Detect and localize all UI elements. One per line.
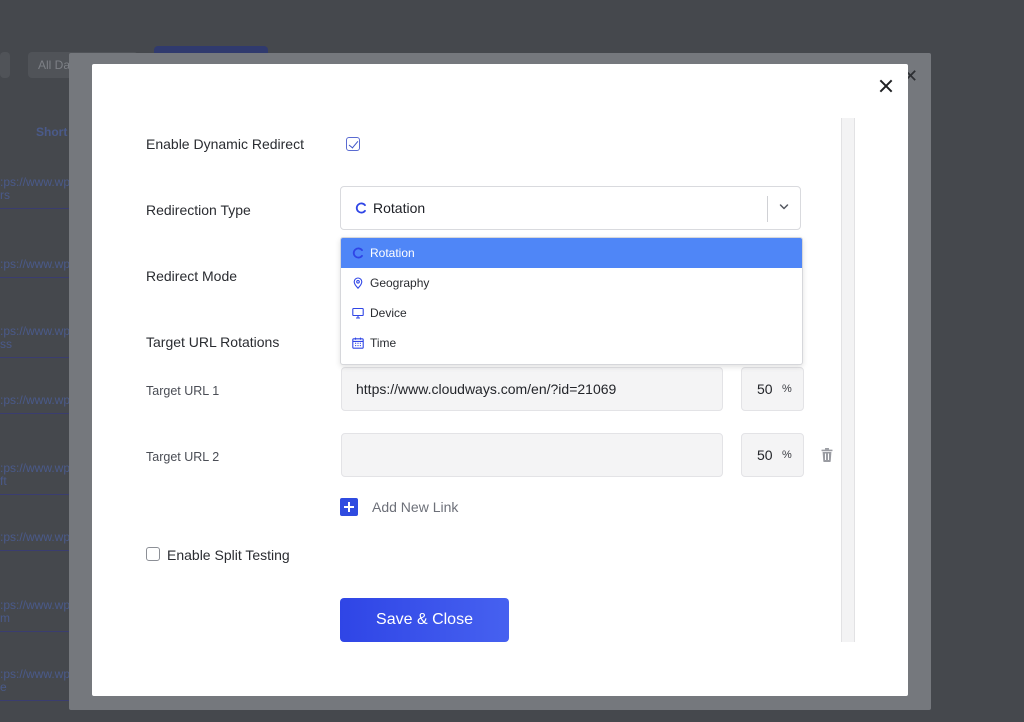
bg-row: :ps://www.wp [0,394,70,414]
dropdown-option-device[interactable]: Device [341,298,802,328]
select-divider [767,196,768,222]
percent-value: 50 [757,381,773,397]
chevron-down-icon[interactable] [779,202,789,212]
plus-icon [340,498,358,516]
save-close-button[interactable]: Save & Close [340,598,509,642]
calendar-icon [352,337,364,349]
rotation-icon [355,202,366,214]
bg-row: :ps://www.wp e [0,668,70,701]
percent-unit: % [782,383,792,395]
target-url-2-percent-field[interactable]: 50 % [741,433,804,477]
dropdown-option-label: Rotation [370,246,415,260]
target-url-2-label: Target URL 2 [146,450,220,464]
trash-icon[interactable] [821,448,833,462]
bg-row: :ps://www.wp ss [0,325,70,358]
target-url-2-input[interactable] [341,433,723,477]
percent-unit: % [782,449,792,461]
redirection-type-label: Redirection Type [146,202,251,218]
redirection-type-dropdown: Rotation Geography Device Time [340,237,803,365]
rotation-icon [352,247,363,259]
dropdown-option-rotation[interactable]: Rotation [341,238,802,268]
close-button[interactable] [876,76,896,96]
bg-row: :ps://www.wp ft [0,462,70,495]
target-url-1-label: Target URL 1 [146,384,220,398]
dropdown-option-label: Device [370,306,407,320]
redirection-type-value: Rotation [355,200,425,216]
redirect-mode-label: Redirect Mode [146,268,238,284]
target-url-1-input[interactable]: https://www.cloudways.com/en/?id=21069 [341,367,723,411]
dynamic-redirect-modal: Enable Dynamic Redirect Redirection Type… [92,64,908,696]
add-new-link-label: Add New Link [372,499,459,515]
enable-split-testing-checkbox[interactable] [146,547,160,561]
bg-column-header: Short [36,125,68,139]
redirection-type-selected-text: Rotation [373,200,426,216]
percent-value: 50 [757,447,773,463]
bg-row: :ps://www.wp m [0,599,70,632]
monitor-icon [352,307,364,319]
enable-dynamic-redirect-label: Enable Dynamic Redirect [146,136,304,152]
dropdown-option-geography[interactable]: Geography [341,268,802,298]
dropdown-option-label: Time [370,336,397,350]
bg-row: :ps://www.wp [0,531,70,551]
enable-dynamic-redirect-checkbox[interactable] [346,137,360,151]
bg-row: :ps://www.wp rs [0,176,70,209]
target-url-1-percent-field[interactable]: 50 % [741,367,804,411]
redirection-type-select[interactable]: Rotation [340,186,801,230]
bg-filter [0,52,10,78]
dropdown-option-label: Geography [370,276,430,290]
add-new-link-button[interactable]: Add New Link [340,498,458,516]
dropdown-option-time[interactable]: Time [341,328,802,358]
enable-split-testing-label: Enable Split Testing [167,547,290,563]
target-url-rotations-label: Target URL Rotations [146,334,280,350]
bg-row: :ps://www.wp [0,258,70,278]
map-pin-icon [353,277,363,289]
vertical-scrollbar[interactable] [841,118,855,642]
